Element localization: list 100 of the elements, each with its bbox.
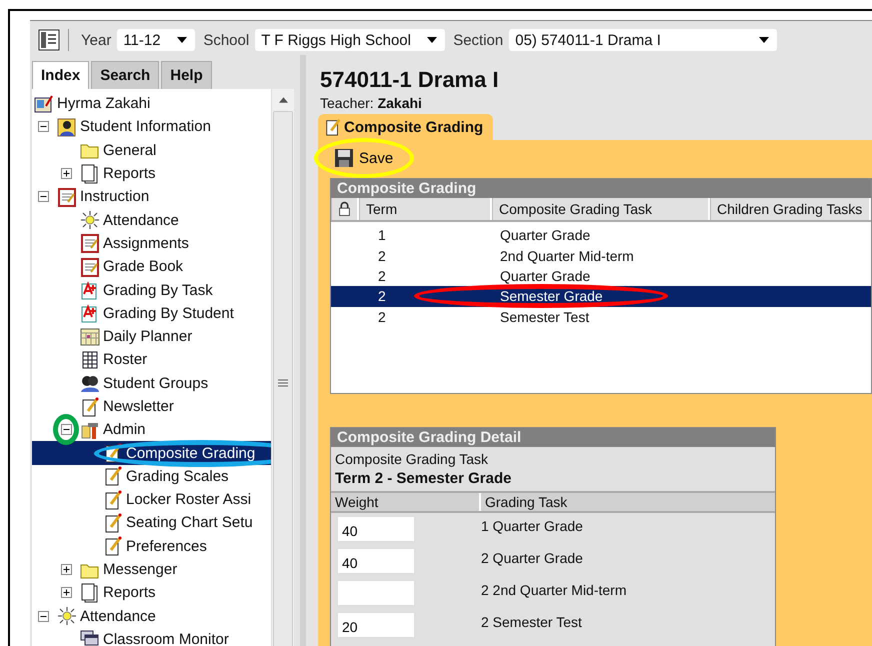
tree-item[interactable]: Newsletter bbox=[32, 394, 271, 418]
tree-item[interactable]: Seating Chart Setu bbox=[32, 511, 271, 535]
column-header: Weight bbox=[331, 493, 481, 511]
note-icon bbox=[103, 536, 123, 556]
table-cell-text: Semester Grade bbox=[499, 288, 604, 304]
weight-field[interactable]: 20 bbox=[337, 612, 415, 638]
panel-header: Composite Grading Detail bbox=[331, 428, 775, 447]
table-cell-text: 2 bbox=[377, 288, 387, 304]
grid-icon bbox=[80, 350, 100, 370]
tree-item[interactable]: Classroom Monitor bbox=[32, 628, 271, 646]
weight-field[interactable] bbox=[337, 580, 415, 606]
tree-item[interactable]: General bbox=[32, 138, 271, 162]
tree-item[interactable]: Messenger bbox=[32, 558, 271, 582]
menu-icon[interactable] bbox=[38, 29, 60, 51]
table-cell-text: Quarter Grade bbox=[499, 268, 592, 284]
grading-task: 2 2nd Quarter Mid-term bbox=[481, 581, 626, 598]
notebook-icon bbox=[80, 233, 100, 254]
column-header[interactable]: Children Grading Tasks bbox=[710, 198, 871, 220]
table-row[interactable]: 2 Semester Test bbox=[331, 306, 871, 327]
field-label: Year bbox=[81, 32, 112, 48]
page-icon bbox=[80, 164, 100, 184]
tree-item[interactable]: Attendance bbox=[32, 604, 271, 628]
dropdown[interactable]: 05) 574011-1 Drama I bbox=[509, 29, 778, 51]
toggle-icon[interactable] bbox=[61, 168, 72, 180]
note-icon bbox=[324, 118, 342, 136]
tree-item[interactable]: Student Information bbox=[32, 115, 271, 139]
caret-icon bbox=[177, 37, 188, 43]
page-title: 574011-1 Drama I bbox=[320, 66, 500, 93]
tab-label: Composite Grading bbox=[344, 118, 484, 136]
note-icon bbox=[103, 512, 123, 533]
tree-item[interactable]: Hyrma Zakahi bbox=[32, 92, 271, 116]
toggle-icon[interactable] bbox=[61, 564, 72, 576]
toggle-icon[interactable] bbox=[61, 424, 72, 436]
grading-task: 1 Quarter Grade bbox=[481, 517, 583, 534]
grading-task: 2 Semester Test bbox=[481, 613, 582, 630]
column-header[interactable]: Composite Grading Task bbox=[492, 198, 710, 220]
weight-field[interactable]: 40 bbox=[337, 548, 415, 574]
planner-icon bbox=[80, 326, 100, 347]
tree-item[interactable]: Grading Scales bbox=[32, 464, 271, 488]
scrollbar[interactable] bbox=[271, 89, 294, 646]
tab[interactable]: Composite Grading bbox=[318, 114, 494, 140]
table-cell-text: 2 bbox=[377, 268, 387, 284]
note-icon bbox=[103, 490, 123, 510]
save-button[interactable]: Save bbox=[334, 147, 394, 169]
caret-icon bbox=[427, 37, 438, 43]
table-row[interactable]: 2 2nd Quarter Mid-term bbox=[331, 245, 871, 266]
dropdown[interactable]: 11-12 bbox=[117, 29, 196, 51]
field-label: School bbox=[203, 32, 250, 48]
teacher-name: Zakahi bbox=[378, 95, 422, 111]
table-row[interactable]: 2 Quarter Grade bbox=[331, 266, 871, 286]
tab[interactable]: Help bbox=[161, 61, 212, 89]
lock-icon bbox=[338, 201, 351, 217]
page-icon bbox=[80, 582, 100, 603]
column-header[interactable] bbox=[331, 198, 359, 220]
tree-item[interactable]: Assignments bbox=[32, 232, 271, 256]
tree-item[interactable]: Locker Roster Assi bbox=[32, 488, 271, 512]
monitor-icon bbox=[80, 629, 100, 646]
table-cell-text: Quarter Grade bbox=[499, 227, 592, 244]
note-icon bbox=[103, 466, 123, 486]
tree-item[interactable]: Reports bbox=[32, 581, 271, 605]
toggle-icon[interactable] bbox=[61, 587, 72, 598]
tab[interactable]: Index bbox=[32, 61, 90, 89]
tree-item[interactable]: Grade Book bbox=[32, 255, 271, 278]
notebook-icon bbox=[80, 256, 100, 277]
tree-item[interactable]: Reports bbox=[32, 162, 271, 186]
tree-item[interactable]: Roster bbox=[32, 348, 271, 372]
toggle-icon[interactable] bbox=[38, 191, 49, 202]
grading-task: 2 Quarter Grade bbox=[481, 549, 583, 566]
caret-icon bbox=[759, 37, 770, 43]
tree-item[interactable]: Preferences bbox=[32, 534, 271, 558]
note-icon bbox=[103, 443, 123, 464]
column-header: Grading Task bbox=[484, 493, 568, 511]
grip-icon bbox=[278, 379, 288, 387]
notebook-icon bbox=[57, 186, 77, 207]
tab[interactable]: Search bbox=[91, 61, 160, 89]
tree-item[interactable]: Attendance bbox=[32, 208, 271, 232]
weight-field[interactable]: 40 bbox=[337, 516, 415, 542]
tree-item[interactable]: Grading By Task bbox=[32, 278, 271, 302]
table-row[interactable]: 1 Quarter Grade bbox=[331, 225, 871, 246]
toggle-icon[interactable] bbox=[38, 610, 49, 622]
scroll-thumb[interactable] bbox=[273, 111, 293, 646]
table-cell-text: 2 bbox=[377, 248, 387, 264]
column-header[interactable]: Term bbox=[359, 198, 492, 220]
dropdown[interactable]: T F Riggs High School bbox=[255, 29, 446, 51]
table-cell-text: 2nd Quarter Mid-term bbox=[499, 248, 635, 264]
tree-item[interactable]: Grading By Student bbox=[32, 302, 271, 325]
field-label: Section bbox=[453, 32, 504, 48]
people-icon bbox=[80, 373, 100, 394]
tree-item[interactable]: Admin bbox=[32, 418, 271, 442]
person-icon bbox=[57, 116, 77, 137]
note-icon bbox=[80, 396, 100, 416]
panel-header: Composite Grading bbox=[331, 179, 871, 198]
tree-item[interactable]: Daily Planner bbox=[32, 324, 271, 348]
task-label: Composite Grading Task bbox=[335, 450, 490, 469]
tree-item[interactable]: Student Groups bbox=[32, 372, 271, 395]
teacher-label: Teacher: bbox=[320, 95, 374, 111]
scroll-up-icon[interactable] bbox=[278, 97, 288, 103]
toggle-icon[interactable] bbox=[38, 121, 49, 132]
tree-item[interactable]: Instruction bbox=[32, 185, 271, 208]
table-cell-text: 2 bbox=[377, 308, 387, 325]
